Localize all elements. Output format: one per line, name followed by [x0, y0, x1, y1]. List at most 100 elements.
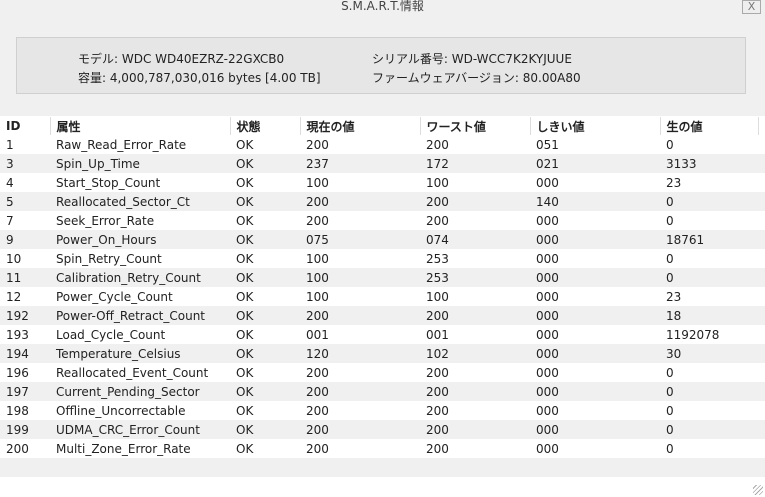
cell-threshold: 000: [536, 213, 559, 228]
cell-worst: 200: [420, 306, 530, 325]
cell-filler: [758, 306, 765, 325]
column-header-status[interactable]: 状態: [230, 117, 301, 135]
cell-attribute: Power_On_Hours: [50, 230, 230, 249]
cell-current: 237: [300, 154, 420, 173]
cell-id: 196: [6, 365, 29, 380]
cell-worst: 001: [426, 327, 449, 342]
table-row[interactable]: 196 Reallocated_Event_Count OK 200 200 000 0: [0, 363, 765, 382]
cell-id: 5: [0, 192, 50, 211]
cell-raw: 23: [666, 289, 682, 304]
column-header-attribute[interactable]: 属性: [50, 117, 231, 135]
cell-current: 100: [306, 175, 329, 190]
cell-threshold: 000: [530, 268, 660, 287]
cell-threshold: 000: [536, 365, 559, 380]
cell-raw: 23: [666, 175, 682, 190]
cell-id: 200: [6, 441, 29, 456]
table-row[interactable]: 193 Load_Cycle_Count OK 001 001 000 1192078: [0, 325, 765, 344]
cell-worst: 100: [426, 175, 449, 190]
cell-threshold: 000: [536, 175, 559, 190]
cell-worst: 200: [420, 382, 530, 401]
empty-row: [0, 458, 765, 477]
empty-cell: [660, 458, 758, 477]
table-row[interactable]: 199 UDMA_CRC_Error_Count OK 200 200 000 0: [0, 420, 765, 439]
cell-current: 200: [306, 403, 329, 418]
cell-filler: [758, 363, 765, 382]
cell-current: 200: [300, 306, 420, 325]
cell-filler: [758, 230, 765, 249]
column-header-current[interactable]: 現在の値: [300, 117, 421, 135]
cell-current: 100: [306, 251, 329, 266]
cell-id: 7: [6, 213, 14, 228]
empty-cell: [758, 458, 765, 477]
empty-cell: [50, 458, 230, 477]
table-row[interactable]: 1 Raw_Read_Error_Rate OK 200 200 051 0: [0, 135, 765, 154]
table-row[interactable]: 200 Multi_Zone_Error_Rate OK 200 200 000 0: [0, 439, 765, 458]
table-row[interactable]: 4 Start_Stop_Count OK 100 100 000 23: [0, 173, 765, 192]
column-header-id[interactable]: ID: [0, 117, 51, 135]
cell-id: 199: [0, 420, 50, 439]
cell-threshold: 000: [530, 420, 660, 439]
cell-id: 194: [0, 344, 50, 363]
cell-threshold: 051: [536, 137, 559, 152]
cell-threshold: 000: [536, 441, 559, 456]
cell-worst: 200: [426, 137, 449, 152]
cell-current: 200: [300, 420, 420, 439]
cell-attribute: Calibration_Retry_Count: [50, 268, 230, 287]
cell-status: OK: [230, 344, 300, 363]
header-filler: [758, 117, 765, 135]
table-row[interactable]: 197 Current_Pending_Sector OK 200 200 000 0: [0, 382, 765, 401]
cell-threshold: 000: [536, 251, 559, 266]
column-header-worst[interactable]: ワースト値: [420, 117, 531, 135]
column-header-threshold[interactable]: しきい値: [530, 117, 661, 135]
cell-worst: 074: [420, 230, 530, 249]
cell-threshold: 000: [536, 327, 559, 342]
cell-filler: [758, 211, 765, 230]
cell-threshold: 000: [530, 230, 660, 249]
cell-status: OK: [230, 306, 300, 325]
cell-raw: 0: [666, 403, 674, 418]
cell-filler: [758, 173, 765, 192]
serial-label: シリアル番号: WD-WCC7K2KYJUUE: [372, 52, 572, 66]
cell-filler: [758, 154, 765, 173]
table-row[interactable]: 10 Spin_Retry_Count OK 100 253 000 0: [0, 249, 765, 268]
cell-status: OK: [230, 382, 300, 401]
cell-status: OK: [236, 441, 254, 456]
cell-threshold: 021: [530, 154, 660, 173]
table-row[interactable]: 11 Calibration_Retry_Count OK 100 253 000 0: [0, 268, 765, 287]
cell-attribute: Spin_Retry_Count: [56, 251, 162, 266]
cell-raw: 3133: [660, 154, 758, 173]
cell-filler: [758, 420, 765, 439]
cell-attribute: Current_Pending_Sector: [50, 382, 230, 401]
cell-id: 11: [0, 268, 50, 287]
cell-raw: 1192078: [666, 327, 720, 342]
cell-attribute: UDMA_CRC_Error_Count: [50, 420, 230, 439]
cell-attribute: Start_Stop_Count: [56, 175, 161, 190]
cell-threshold: 000: [536, 289, 559, 304]
cell-attribute: Multi_Zone_Error_Rate: [56, 441, 191, 456]
cell-worst: 102: [420, 344, 530, 363]
cell-raw: 0: [666, 137, 674, 152]
cell-threshold: 000: [536, 403, 559, 418]
cell-filler: [758, 192, 765, 211]
table-row[interactable]: 9 Power_On_Hours OK 075 074 000 18761: [0, 230, 765, 249]
cell-status: OK: [236, 289, 254, 304]
close-button[interactable]: X: [742, 0, 761, 14]
cell-status: OK: [230, 154, 300, 173]
cell-worst: 253: [420, 268, 530, 287]
column-header-raw[interactable]: 生の値: [660, 117, 759, 135]
table-row[interactable]: 192 Power-Off_Retract_Count OK 200 200 000 18: [0, 306, 765, 325]
table-row[interactable]: 7 Seek_Error_Rate OK 200 200 000 0: [0, 211, 765, 230]
resize-grip-icon[interactable]: [753, 485, 763, 495]
table-row[interactable]: 12 Power_Cycle_Count OK 100 100 000 23: [0, 287, 765, 306]
table-row[interactable]: 194 Temperature_Celsius OK 120 102 000 30: [0, 344, 765, 363]
cell-raw: 0: [666, 365, 674, 380]
cell-attribute: Seek_Error_Rate: [56, 213, 155, 228]
cell-current: 200: [306, 137, 329, 152]
cell-raw: 0: [660, 382, 758, 401]
title-bar: S.M.A.R.T.情報 X: [0, 0, 765, 17]
table-row[interactable]: 198 Offline_Uncorrectable OK 200 200 000 0: [0, 401, 765, 420]
cell-current: 075: [300, 230, 420, 249]
table-row[interactable]: 5 Reallocated_Sector_Ct OK 200 200 140 0: [0, 192, 765, 211]
cell-id: 192: [0, 306, 50, 325]
table-row[interactable]: 3 Spin_Up_Time OK 237 172 021 3133: [0, 154, 765, 173]
